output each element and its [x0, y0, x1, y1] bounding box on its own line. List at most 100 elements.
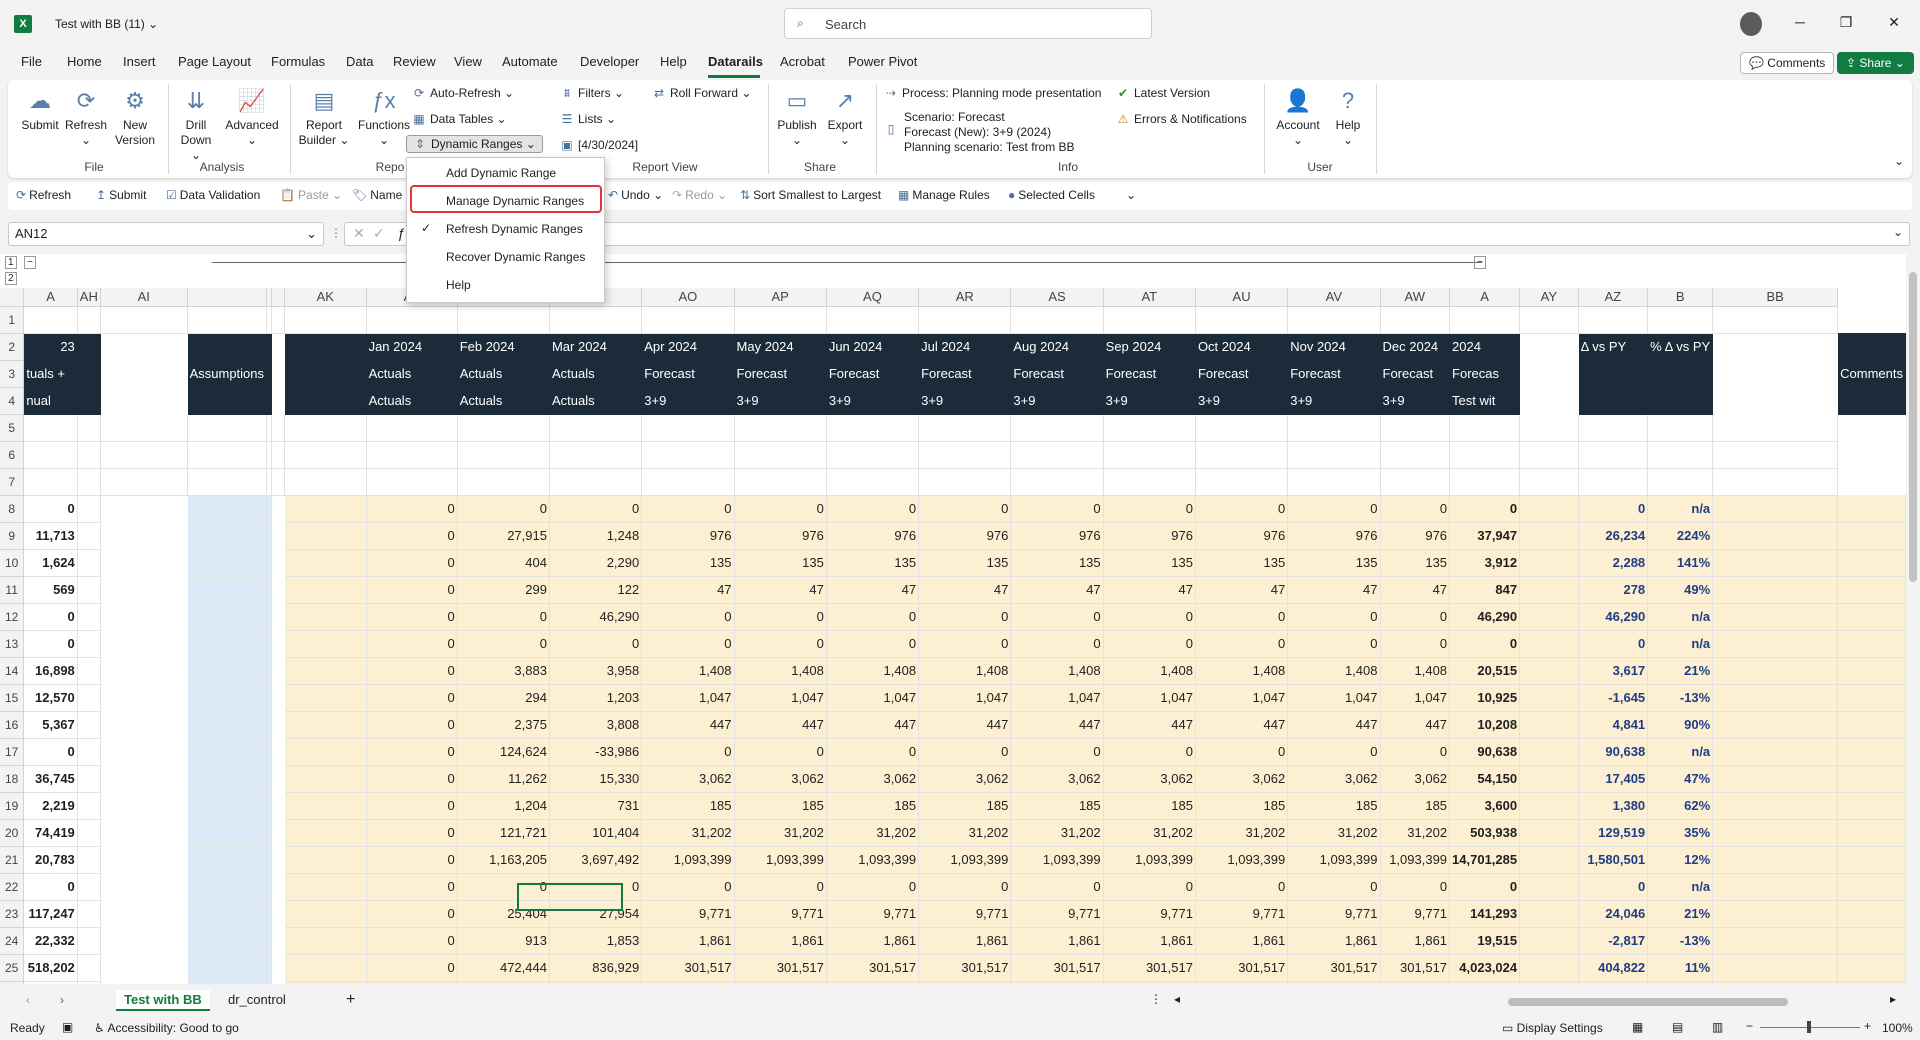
cell[interactable] [284, 657, 367, 685]
cell[interactable] [284, 792, 367, 820]
value-cell[interactable]: 47 [1287, 576, 1381, 604]
cell[interactable] [77, 495, 101, 523]
cell[interactable] [1010, 414, 1104, 442]
value-cell[interactable]: 0 [457, 630, 550, 658]
assumption-cell[interactable] [187, 819, 268, 847]
month-header[interactable]: Nov 2024 [1287, 333, 1381, 361]
value-cell[interactable]: 1,093,399 [734, 846, 827, 874]
value-cell[interactable]: 135 [1287, 549, 1381, 577]
errors-notifications-button[interactable]: ⚠ Errors & Notifications [1116, 112, 1247, 126]
accessibility-status[interactable]: ♿ Accessibility: Good to go [94, 1021, 239, 1035]
assumption-cell[interactable] [187, 954, 268, 982]
value-cell[interactable]: 0 [1287, 495, 1381, 523]
year-total-cell[interactable]: 90,638 [1449, 738, 1521, 766]
assumption-cell[interactable] [187, 846, 268, 874]
qat-refresh-button[interactable]: ⟳ Refresh [16, 188, 71, 202]
value-cell[interactable]: 0 [1010, 495, 1104, 523]
cell[interactable] [1519, 981, 1579, 984]
value-cell[interactable]: 1,408 [1380, 657, 1451, 685]
outline-level-1[interactable]: 1 [5, 256, 17, 269]
value-cell[interactable]: 1,861 [734, 927, 827, 955]
value-cell[interactable]: 3,062 [1010, 765, 1104, 793]
value-cell[interactable]: 301,517 [1287, 954, 1381, 982]
row-header[interactable]: 20 [0, 819, 25, 847]
cell[interactable] [1519, 927, 1579, 955]
value-cell[interactable]: 31,202 [1103, 819, 1196, 847]
value-cell[interactable]: 301,517 [1195, 954, 1289, 982]
value-cell[interactable]: 0 [366, 576, 458, 604]
cell[interactable]: 0 [23, 873, 78, 901]
header-cell[interactable] [77, 360, 101, 388]
scenario-header[interactable]: Forecast [1287, 360, 1381, 388]
cell[interactable] [549, 306, 643, 334]
cell[interactable] [100, 306, 188, 334]
cell[interactable] [271, 792, 286, 820]
account-button[interactable]: 👤 Account ⌄ [1272, 86, 1324, 148]
value-cell[interactable]: 0 [1103, 495, 1196, 523]
cell[interactable] [641, 441, 735, 469]
value-cell[interactable]: 0 [826, 630, 920, 658]
value-cell[interactable]: 135 [1103, 549, 1196, 577]
lists-button[interactable]: ☰ Lists ⌄ [560, 112, 616, 126]
cell[interactable]: 1,624 [23, 549, 78, 577]
cell[interactable] [1712, 873, 1839, 901]
cell[interactable] [187, 441, 268, 469]
cell[interactable] [77, 441, 101, 469]
column-header[interactable]: A [23, 288, 78, 307]
value-cell[interactable]: 0 [366, 684, 458, 712]
cell[interactable] [1380, 441, 1451, 469]
value-cell[interactable]: 0 [457, 495, 550, 523]
value-cell[interactable]: 0 [366, 792, 458, 820]
cell[interactable] [1519, 711, 1579, 739]
value-cell[interactable]: 836,929 [549, 954, 643, 982]
cell[interactable] [100, 711, 188, 739]
year-total-cell[interactable]: 4,023,024 [1449, 954, 1521, 982]
value-cell[interactable]: 0 [1287, 738, 1381, 766]
value-cell[interactable]: 1,408 [1195, 657, 1289, 685]
row-header[interactable]: 21 [0, 846, 25, 874]
column-header[interactable]: AP [734, 288, 827, 307]
cell[interactable] [1712, 549, 1839, 577]
cell[interactable] [100, 738, 188, 766]
version-header[interactable]: 3+9 [826, 387, 920, 415]
row-header[interactable]: 26 [0, 981, 25, 984]
value-cell[interactable]: 976 [1010, 522, 1104, 550]
cell[interactable]: 2,219 [23, 792, 78, 820]
value-cell[interactable]: 9,771 [1380, 900, 1451, 928]
value-cell[interactable]: 0 [918, 603, 1012, 631]
cell[interactable] [271, 765, 286, 793]
enter-icon[interactable]: ✓ [373, 225, 385, 242]
header-cell[interactable] [1837, 387, 1906, 415]
cell[interactable] [100, 927, 188, 955]
assumption-cell[interactable] [187, 630, 268, 658]
comment-cell[interactable] [1837, 738, 1906, 766]
pct-delta-cell[interactable]: 49% [1647, 576, 1714, 604]
cell[interactable] [1519, 873, 1579, 901]
redo-button[interactable]: ↷ Redo ⌄ [672, 188, 727, 202]
value-cell[interactable]: 301,517 [641, 954, 735, 982]
normal-view-icon[interactable]: ▦ [1632, 1020, 1643, 1034]
pct-delta-cell[interactable]: n/a [1647, 738, 1714, 766]
row-header[interactable]: 10 [0, 549, 25, 577]
menu-item-recover-dynamic-ranges[interactable]: Recover Dynamic Ranges [446, 250, 585, 264]
cell[interactable] [457, 441, 550, 469]
pct-delta-cell[interactable]: n/a [1647, 873, 1714, 901]
value-cell[interactable]: 1,047 [1287, 684, 1381, 712]
cell[interactable] [284, 522, 367, 550]
cell[interactable] [1519, 576, 1579, 604]
year-total-cell[interactable]: 503,938 [1449, 819, 1521, 847]
cell[interactable] [271, 846, 286, 874]
value-cell[interactable]: 31 [1195, 981, 1289, 984]
comment-cell[interactable] [1837, 576, 1906, 604]
row-header[interactable]: 25 [0, 954, 25, 982]
value-cell[interactable]: 3,062 [918, 765, 1012, 793]
cell[interactable] [77, 549, 101, 577]
delta-cell[interactable]: 0 [1578, 873, 1649, 901]
cell[interactable] [100, 576, 188, 604]
pct-delta-cell[interactable]: 47% [1647, 765, 1714, 793]
avatar[interactable] [1740, 12, 1762, 36]
version-header[interactable]: Actuals [549, 387, 643, 415]
cell[interactable] [1712, 981, 1839, 984]
value-cell[interactable]: 31,202 [918, 819, 1012, 847]
value-cell[interactable]: 0 [918, 873, 1012, 901]
